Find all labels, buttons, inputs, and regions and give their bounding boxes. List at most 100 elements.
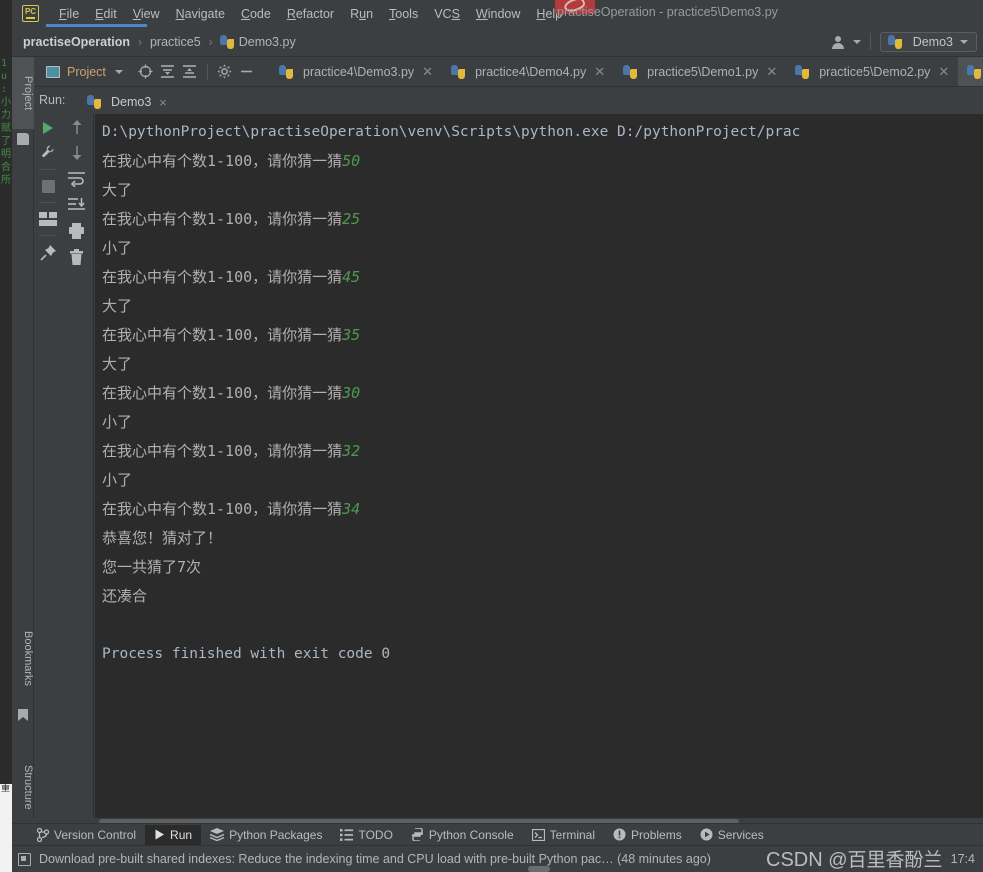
sidebar-item-structure[interactable]: Structure [12, 747, 34, 827]
editor-tab-practice5-demo1[interactable]: practice5\Demo1.py ✕ [614, 57, 786, 86]
bottom-tab-python-packages[interactable]: Python Packages [201, 825, 331, 845]
divider [39, 169, 57, 170]
bottom-tab-problems[interactable]: Problems [604, 825, 691, 845]
project-window-icon [46, 65, 60, 78]
console-line: 恭喜您！猜对了！ [102, 524, 983, 553]
run-configuration-selector[interactable]: Demo3 [879, 31, 977, 52]
status-bar-time: 17:4 [950, 852, 975, 866]
menu-item-file[interactable]: File [51, 4, 87, 24]
chevron-down-icon[interactable] [114, 69, 123, 74]
packages-icon [210, 828, 225, 841]
close-icon[interactable]: ✕ [766, 64, 777, 80]
console-user-input: 25 [342, 210, 361, 228]
sidebar-item-project[interactable]: Project [12, 57, 34, 129]
background-line: 赋 [1, 123, 11, 134]
background-line: : [1, 84, 8, 95]
pycharm-logo-text: PC [24, 7, 37, 16]
run-tab-demo3[interactable]: Demo3 × [79, 90, 175, 114]
menu-item-refactor[interactable]: Refactor [279, 4, 342, 24]
bottom-tab-terminal[interactable]: Terminal [523, 825, 604, 845]
bottom-tab-services[interactable]: Services [691, 825, 773, 845]
bottom-tab-run[interactable]: Run [145, 824, 202, 845]
trash-icon[interactable] [62, 244, 90, 270]
settings-gear-icon[interactable] [214, 61, 236, 83]
problems-icon [613, 828, 626, 841]
python-file-icon [279, 64, 293, 79]
chevron-down-icon[interactable] [960, 39, 968, 44]
print-icon[interactable] [62, 218, 90, 244]
console-line: 在我心中有个数1-100，请你猜一猜50 [102, 147, 983, 176]
pycharm-window: 1 u : 小 力 赋 了 明 合 所 重 PC File Edit View … [0, 0, 983, 872]
collapse-all-icon[interactable] [179, 61, 201, 83]
menu-item-code[interactable]: Code [233, 4, 279, 24]
menu-item-window[interactable]: Window [468, 4, 528, 24]
rerun-settings-icon[interactable] [34, 140, 62, 166]
down-arrow-icon[interactable] [62, 140, 90, 166]
bottom-tab-python-console[interactable]: Python Console [402, 825, 523, 845]
breadcrumb-separator: › [137, 34, 142, 49]
menu-item-view[interactable]: View [125, 4, 168, 24]
close-icon[interactable]: ✕ [422, 64, 433, 80]
console-line-text: Process finished with exit code 0 [102, 646, 391, 662]
run-icon[interactable] [34, 114, 62, 140]
editor-tab-practice5-demo2[interactable]: practice5\Demo2.py ✕ [786, 57, 958, 86]
console-line: 小了 [102, 234, 983, 263]
breadcrumb-file[interactable]: Demo3.py [238, 35, 297, 49]
breadcrumb-project[interactable]: practiseOperation [22, 35, 131, 49]
menu-item-navigate[interactable]: Navigate [168, 4, 233, 24]
status-bar: Download pre-built shared indexes: Reduc… [12, 845, 983, 872]
console-line: 还凑合 [102, 582, 983, 611]
locate-icon[interactable] [135, 61, 157, 83]
menu-item-run[interactable]: Run [342, 4, 381, 24]
console-line: 您一共猜了7次 [102, 553, 983, 582]
bottom-tab-label: Terminal [549, 827, 596, 842]
breadcrumb-folder[interactable]: practice5 [149, 35, 202, 49]
layout-icon[interactable] [34, 206, 62, 232]
python-file-icon [87, 95, 101, 109]
python-console-icon [411, 828, 423, 841]
editor-tab-label: practice4\Demo4.py [475, 64, 587, 79]
console-line-text: 恭喜您！猜对了！ [102, 529, 223, 547]
console-line: D:\pythonProject\practiseOperation\venv\… [102, 118, 983, 147]
background-window-strip[interactable]: 1 u : 小 力 赋 了 明 合 所 重 [0, 0, 12, 872]
editor-tab-label: practice4\Demo3.py [303, 64, 415, 79]
menu-file-rest: ile [66, 6, 80, 21]
up-arrow-icon[interactable] [62, 114, 90, 140]
scroll-to-end-icon[interactable] [62, 192, 90, 218]
console-line: 在我心中有个数1-100，请你猜一猜45 [102, 263, 983, 292]
console-line-text: 在我心中有个数1-100，请你猜一猜 [102, 152, 343, 170]
run-tab-active-indicator [46, 24, 147, 27]
bottom-tab-version-control[interactable]: Version Control [28, 825, 145, 845]
console-line-process-finished: Process finished with exit code 0 [102, 640, 983, 669]
editor-tab-practice5-demo3[interactable]: pra [958, 57, 983, 86]
person-icon[interactable] [831, 33, 851, 51]
bottom-tab-todo[interactable]: TODO [331, 825, 401, 845]
editor-tab-practice4-demo4[interactable]: practice4\Demo4.py ✕ [442, 57, 614, 86]
expand-all-icon[interactable] [157, 61, 179, 83]
hide-panel-icon[interactable] [236, 61, 258, 83]
background-line: 明 [1, 149, 11, 160]
editor-tab-practice4-demo3[interactable]: practice4\Demo3.py ✕ [270, 57, 442, 86]
pin-icon[interactable] [34, 239, 62, 265]
soft-wrap-icon[interactable] [62, 166, 90, 192]
close-icon[interactable]: ✕ [594, 64, 605, 80]
menu-item-vcs[interactable]: VCS [426, 4, 468, 24]
stop-icon[interactable] [34, 173, 62, 199]
close-icon[interactable]: ✕ [938, 64, 949, 80]
menu-item-edit[interactable]: Edit [87, 4, 125, 24]
bottom-tab-label: Python Console [428, 827, 514, 842]
sidebar-item-bookmarks[interactable]: Bookmarks [12, 613, 34, 705]
bottom-tool-bar: Version Control Run Python Packages TODO… [12, 823, 983, 845]
window-scrollbar-thumb[interactable] [528, 866, 550, 872]
bottom-tab-label: TODO [358, 827, 393, 842]
run-window-label: Run: [39, 93, 66, 107]
run-console-output[interactable]: D:\pythonProject\practiseOperation\venv\… [95, 114, 983, 818]
folder-icon [17, 133, 29, 145]
python-file-icon [623, 64, 638, 79]
console-line-text: 在我心中有个数1-100，请你猜一猜 [102, 268, 343, 286]
console-user-input: 50 [342, 152, 361, 170]
menu-item-tools[interactable]: Tools [381, 4, 426, 24]
status-bar-message[interactable]: Download pre-built shared indexes: Reduc… [39, 852, 711, 866]
chevron-down-icon[interactable] [852, 39, 861, 44]
close-icon[interactable]: × [159, 95, 167, 110]
